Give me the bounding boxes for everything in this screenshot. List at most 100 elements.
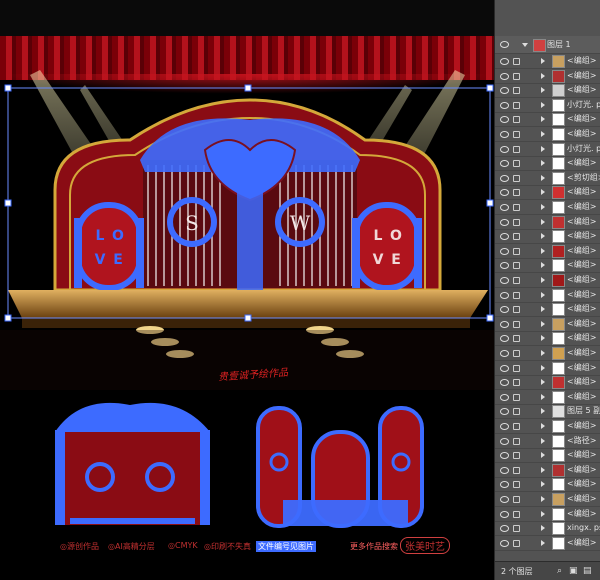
- layer-row[interactable]: <编组>: [495, 258, 600, 274]
- visibility-eye-icon[interactable]: [500, 510, 509, 518]
- expand-arrow-icon[interactable]: [541, 160, 545, 167]
- layer-row[interactable]: <编组>: [495, 477, 600, 493]
- lock-icon[interactable]: [513, 277, 520, 284]
- layer-row[interactable]: <剪切组>: [495, 171, 600, 186]
- search-icon[interactable]: ⌕: [557, 566, 562, 576]
- expand-arrow-icon[interactable]: [541, 233, 545, 240]
- lock-icon[interactable]: [513, 379, 520, 387]
- lock-icon[interactable]: [513, 408, 520, 416]
- lock-icon[interactable]: [513, 320, 520, 328]
- lock-icon[interactable]: [513, 247, 520, 255]
- visibility-eye-icon[interactable]: [500, 189, 509, 197]
- layer-row[interactable]: <编组>: [495, 302, 600, 318]
- visibility-eye-icon[interactable]: [500, 350, 509, 357]
- lock-icon[interactable]: [513, 204, 520, 211]
- layer-row[interactable]: <编组>: [495, 200, 600, 215]
- visibility-eye-icon[interactable]: [500, 481, 509, 489]
- lock-icon[interactable]: [513, 539, 520, 547]
- expand-arrow-icon[interactable]: [541, 496, 545, 502]
- lock-icon[interactable]: [513, 437, 520, 445]
- visibility-eye-icon[interactable]: [500, 539, 509, 547]
- layer-row[interactable]: <编组>: [495, 215, 600, 230]
- gate-center-post-selected[interactable]: [237, 175, 263, 290]
- expand-arrow-icon[interactable]: [541, 335, 545, 342]
- expand-arrow-icon[interactable]: [541, 423, 545, 429]
- visibility-eye-icon[interactable]: [500, 116, 509, 124]
- visibility-eye-icon[interactable]: [500, 160, 509, 168]
- layer-row[interactable]: <编组>: [495, 185, 600, 201]
- left-love-arch[interactable]: L O V E: [74, 202, 144, 291]
- expand-arrow-icon[interactable]: [541, 101, 545, 108]
- lock-icon[interactable]: [513, 58, 520, 65]
- layer-row[interactable]: <编组>: [495, 273, 600, 288]
- lock-icon[interactable]: [513, 233, 520, 241]
- layer-row[interactable]: 图层 5 副本: [495, 404, 600, 420]
- layer-row[interactable]: <编组>: [495, 288, 600, 303]
- delete-icon[interactable]: ▤: [583, 566, 592, 576]
- layer-row[interactable]: <编组>: [495, 112, 600, 128]
- lock-icon[interactable]: [513, 452, 520, 460]
- lock-icon[interactable]: [513, 218, 520, 226]
- visibility-eye-icon[interactable]: [500, 423, 509, 430]
- new-layer-icon[interactable]: ▣: [569, 566, 578, 576]
- lock-icon[interactable]: [513, 466, 520, 474]
- visibility-eye-icon[interactable]: [500, 335, 509, 343]
- layer-row-top[interactable]: 图层 1: [495, 36, 600, 54]
- lock-icon[interactable]: [513, 174, 520, 182]
- visibility-eye-icon[interactable]: [500, 72, 509, 80]
- layer-row[interactable]: <编组>: [495, 346, 600, 361]
- lock-icon[interactable]: [513, 393, 520, 401]
- thumbnail-love-view[interactable]: [256, 406, 424, 528]
- visibility-eye-icon[interactable]: [500, 41, 509, 48]
- layer-row[interactable]: <编组>: [495, 463, 600, 478]
- layer-row[interactable]: <编组>: [495, 448, 600, 464]
- visibility-eye-icon[interactable]: [500, 525, 509, 533]
- lock-icon[interactable]: [513, 145, 520, 153]
- expand-arrow-icon[interactable]: [541, 408, 545, 415]
- lock-icon[interactable]: [513, 423, 520, 430]
- visibility-eye-icon[interactable]: [500, 218, 509, 226]
- visibility-eye-icon[interactable]: [500, 262, 509, 270]
- visibility-eye-icon[interactable]: [500, 496, 509, 503]
- lock-icon[interactable]: [513, 262, 520, 270]
- expand-arrow-icon[interactable]: [541, 379, 545, 386]
- thumbnail-gate-view[interactable]: [55, 402, 210, 525]
- expand-arrow-icon[interactable]: [541, 218, 545, 225]
- visibility-eye-icon[interactable]: [500, 87, 509, 95]
- expand-arrow-icon[interactable]: [541, 320, 545, 327]
- lock-icon[interactable]: [513, 335, 520, 343]
- expand-arrow-icon[interactable]: [541, 204, 545, 210]
- layer-row[interactable]: <编组>: [495, 69, 600, 84]
- visibility-eye-icon[interactable]: [500, 320, 509, 328]
- expand-arrow-icon[interactable]: [522, 43, 528, 47]
- expand-arrow-icon[interactable]: [541, 58, 545, 64]
- expand-arrow-icon[interactable]: [541, 364, 545, 371]
- expand-arrow-icon[interactable]: [541, 291, 545, 298]
- visibility-eye-icon[interactable]: [500, 131, 509, 138]
- lock-icon[interactable]: [513, 87, 520, 95]
- expand-arrow-icon[interactable]: [541, 277, 545, 283]
- visibility-eye-icon[interactable]: [500, 247, 509, 255]
- lock-icon[interactable]: [513, 189, 520, 197]
- layer-row[interactable]: <编组>: [495, 390, 600, 405]
- visibility-eye-icon[interactable]: [500, 437, 509, 445]
- layer-row[interactable]: <编组>: [495, 536, 600, 551]
- visibility-eye-icon[interactable]: [500, 145, 509, 153]
- lock-icon[interactable]: [513, 101, 520, 109]
- layer-row[interactable]: xingx. psd: [495, 521, 600, 537]
- visibility-eye-icon[interactable]: [500, 452, 509, 460]
- layer-row[interactable]: <编组>: [495, 229, 600, 245]
- expand-arrow-icon[interactable]: [541, 116, 545, 123]
- layer-row[interactable]: <编组>: [495, 156, 600, 172]
- lock-icon[interactable]: [513, 72, 520, 80]
- layer-row[interactable]: <编组>: [495, 331, 600, 347]
- lock-icon[interactable]: [513, 481, 520, 489]
- visibility-eye-icon[interactable]: [500, 233, 509, 241]
- lock-icon[interactable]: [513, 350, 520, 357]
- lock-icon[interactable]: [513, 306, 520, 314]
- expand-arrow-icon[interactable]: [541, 131, 545, 137]
- layer-row[interactable]: 小灯光. ps: [495, 142, 600, 157]
- layer-row[interactable]: <编组>: [495, 419, 600, 434]
- layer-row[interactable]: <编组>: [495, 375, 600, 391]
- layer-row[interactable]: <编组>: [495, 492, 600, 507]
